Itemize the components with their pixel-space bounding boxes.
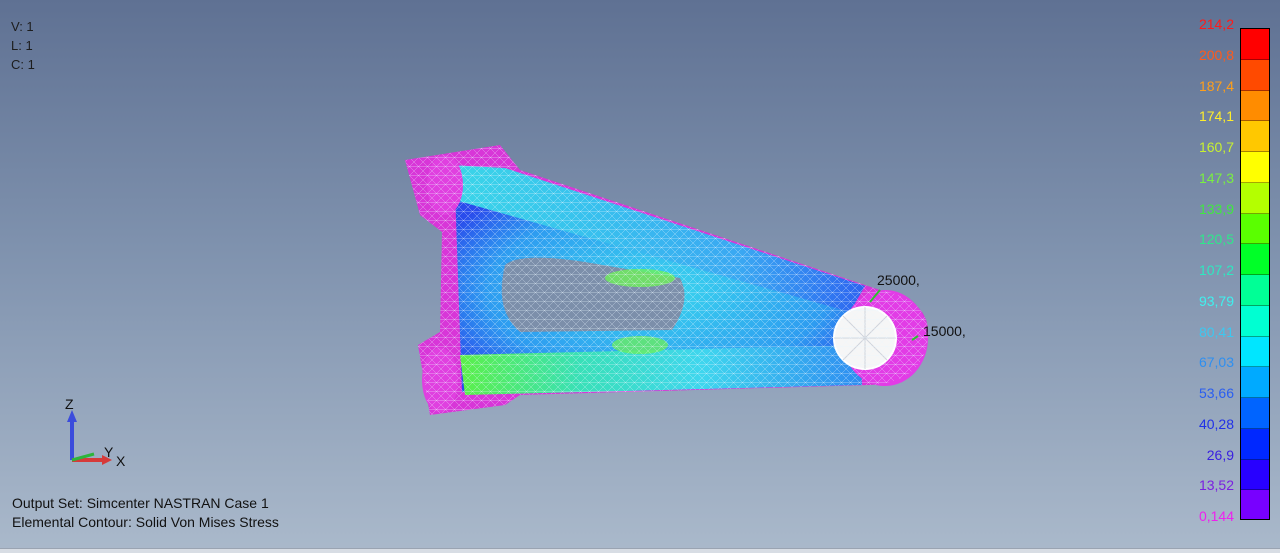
legend-segment [1241, 459, 1269, 491]
load-label-25000: 25000, [877, 272, 920, 288]
legend-segment [1241, 213, 1269, 245]
legend-segment [1241, 367, 1269, 398]
axis-triad: Z Y X [58, 396, 148, 476]
legend-value-label: 214,2 [1198, 16, 1234, 32]
legend-segment [1241, 90, 1269, 122]
legend-value-label: 13,52 [1198, 477, 1234, 494]
output-info: Output Set: Simcenter NASTRAN Case 1 Ele… [12, 494, 279, 532]
legend-value-label: 160,7 [1198, 139, 1234, 155]
legend-segment [1241, 275, 1269, 306]
legend-value-label: 187,4 [1198, 77, 1234, 94]
legend-segment [1241, 336, 1269, 368]
load-label-15000: 15000, [923, 323, 966, 339]
legend-value-label: 200,8 [1198, 46, 1234, 63]
legend-value-label: 26,9 [1206, 446, 1234, 463]
legend-value-label: 107,2 [1198, 262, 1234, 278]
legend-value-label: 67,03 [1198, 354, 1234, 371]
legend-segment [1241, 305, 1269, 337]
legend-segment [1241, 121, 1269, 152]
contour-legend-bar[interactable] [1240, 28, 1270, 520]
axis-x-label: X [116, 453, 126, 469]
contour-label: Elemental Contour: Solid Von Mises Stres… [12, 514, 279, 530]
status-strip [0, 548, 1280, 553]
bracket-part[interactable] [405, 145, 929, 415]
axis-y-label: Y [104, 444, 114, 460]
model-viewport[interactable] [0, 0, 1280, 552]
legend-segment [1241, 182, 1269, 214]
legend-value-label: 174,1 [1198, 108, 1234, 125]
output-set-label: Output Set: Simcenter NASTRAN Case 1 [12, 495, 269, 511]
axis-z-label: Z [65, 396, 74, 412]
legend-value-label: 40,28 [1198, 415, 1234, 432]
legend-segment [1241, 428, 1269, 460]
legend-segment [1241, 398, 1269, 429]
legend-segment [1241, 152, 1269, 183]
legend-segment [1241, 244, 1269, 275]
legend-segment [1241, 490, 1269, 519]
legend-value-label: 133,9 [1198, 200, 1234, 217]
legend-segment [1241, 59, 1269, 91]
legend-value-label: 80,41 [1198, 323, 1234, 340]
legend-value-label: 0,144 [1198, 508, 1234, 524]
legend-segment [1241, 29, 1269, 60]
legend-value-label: 93,79 [1198, 292, 1234, 309]
legend-value-label: 120,5 [1198, 231, 1234, 248]
mesh-overlay [405, 145, 929, 415]
legend-value-label: 147,3 [1198, 169, 1234, 186]
legend-value-label: 53,66 [1198, 385, 1234, 401]
